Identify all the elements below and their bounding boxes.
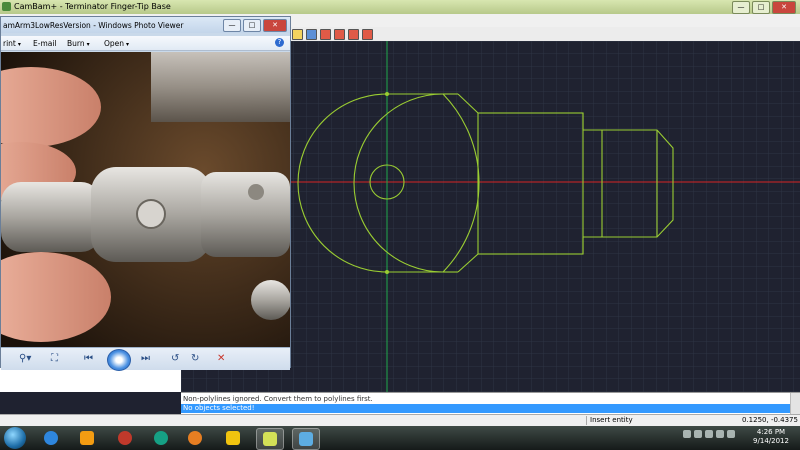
clock-date: 9/14/2012	[753, 437, 789, 445]
cambam-icon	[263, 432, 277, 446]
taskbar-photo-viewer[interactable]	[292, 428, 320, 450]
cambam-minimize-button[interactable]: —	[732, 1, 750, 14]
chevron-down-icon: ▾	[17, 41, 21, 48]
photo-viewer-menu: rint ▾ E-mail Burn ▾ Open ▾ ?	[1, 36, 290, 51]
chevron-down-icon: ▾	[126, 41, 130, 48]
system-tray	[683, 430, 735, 438]
firefox-icon	[188, 431, 202, 445]
pv-minimize-button[interactable]: —	[223, 19, 241, 32]
rotate-right-icon[interactable]: ↻	[191, 353, 199, 364]
photo-svg	[1, 52, 290, 348]
folder-icon	[226, 431, 240, 445]
tray-app-icon[interactable]	[716, 430, 724, 438]
tray-flag-icon[interactable]	[683, 430, 691, 438]
message-line-1: Non-polylines ignored. Convert them to p…	[183, 395, 373, 403]
toolbar-profile-icon[interactable]	[334, 29, 345, 40]
status-coordinates: 0.1250, -0.4375	[742, 416, 798, 424]
delete-icon[interactable]: ✕	[217, 353, 225, 364]
zoom-icon[interactable]: ⚲▾	[19, 353, 31, 364]
photo-viewer-title: amArm3LowResVersion - Windows Photo View…	[3, 21, 184, 30]
status-mode: Insert entity	[586, 416, 740, 425]
tray-app-icon[interactable]	[727, 430, 735, 438]
toolbar-pocket-icon[interactable]	[348, 29, 359, 40]
clock-time: 4:26 PM	[756, 428, 786, 436]
toolbar-open-icon[interactable]	[292, 29, 303, 40]
previous-icon[interactable]: ⏮	[84, 353, 93, 364]
toolbar-save-icon[interactable]	[306, 29, 317, 40]
snap-point-bottom[interactable]	[385, 270, 389, 274]
taskbar-cambam[interactable]	[256, 428, 284, 450]
menu-email[interactable]: E-mail	[33, 39, 57, 48]
photo-viewer-controls: ⚲▾ ⛶ ⏮ ⏭ ↺ ↻ ✕	[1, 347, 290, 371]
actual-size-icon[interactable]: ⛶	[51, 353, 58, 364]
tray-network-icon[interactable]	[694, 430, 702, 438]
taskbar-media-player[interactable]	[74, 428, 100, 448]
photo-viewer-window[interactable]: amArm3LowResVersion - Windows Photo View…	[0, 16, 291, 371]
app-icon	[154, 431, 168, 445]
menu-open[interactable]: Open ▾	[104, 39, 129, 48]
taskbar-app-3[interactable]	[112, 428, 138, 448]
taskbar-clock[interactable]: 4:26 PM 9/14/2012	[744, 428, 798, 446]
help-icon[interactable]: ?	[275, 38, 284, 47]
tray-volume-icon[interactable]	[705, 430, 713, 438]
taskbar-file-explorer[interactable]	[220, 428, 246, 448]
taskbar-firefox[interactable]	[182, 428, 208, 448]
snap-point-top[interactable]	[385, 92, 389, 96]
message-line-2: No objects selected!	[181, 404, 792, 413]
menu-print[interactable]: rint ▾	[3, 39, 21, 48]
menu-burn[interactable]: Burn ▾	[67, 39, 90, 48]
cambam-title-bar: CamBam+ - Terminator Finger-Tip Base — □…	[0, 0, 800, 14]
slideshow-button[interactable]	[107, 349, 131, 371]
toolbar-drill-icon[interactable]	[362, 29, 373, 40]
pv-close-button[interactable]: ✕	[263, 19, 287, 32]
internet-explorer-icon	[44, 431, 58, 445]
pv-maximize-button[interactable]: □	[243, 19, 261, 32]
photo-image	[1, 52, 290, 348]
taskbar-app-4[interactable]	[148, 428, 174, 448]
cambam-window-title: CamBam+ - Terminator Finger-Tip Base	[14, 2, 171, 11]
message-panel: Non-polylines ignored. Convert them to p…	[181, 392, 800, 415]
rotate-left-icon[interactable]: ↺	[171, 353, 179, 364]
media-player-icon	[80, 431, 94, 445]
cambam-maximize-button[interactable]: □	[752, 1, 770, 14]
toolbar-cam-icon[interactable]	[320, 29, 331, 40]
cambam-close-button[interactable]: ✕	[772, 1, 796, 14]
cambam-app-icon	[2, 2, 11, 11]
photo-viewer-icon	[299, 432, 313, 446]
next-icon[interactable]: ⏭	[141, 353, 150, 364]
taskbar-internet-explorer[interactable]	[38, 428, 64, 448]
photo-viewer-title-bar[interactable]: amArm3LowResVersion - Windows Photo View…	[1, 17, 290, 33]
chevron-down-icon: ▾	[86, 41, 90, 48]
app-icon	[118, 431, 132, 445]
windows-taskbar: 4:26 PM 9/14/2012	[0, 426, 800, 450]
message-scrollbar[interactable]	[790, 393, 800, 415]
start-button[interactable]	[4, 427, 26, 449]
